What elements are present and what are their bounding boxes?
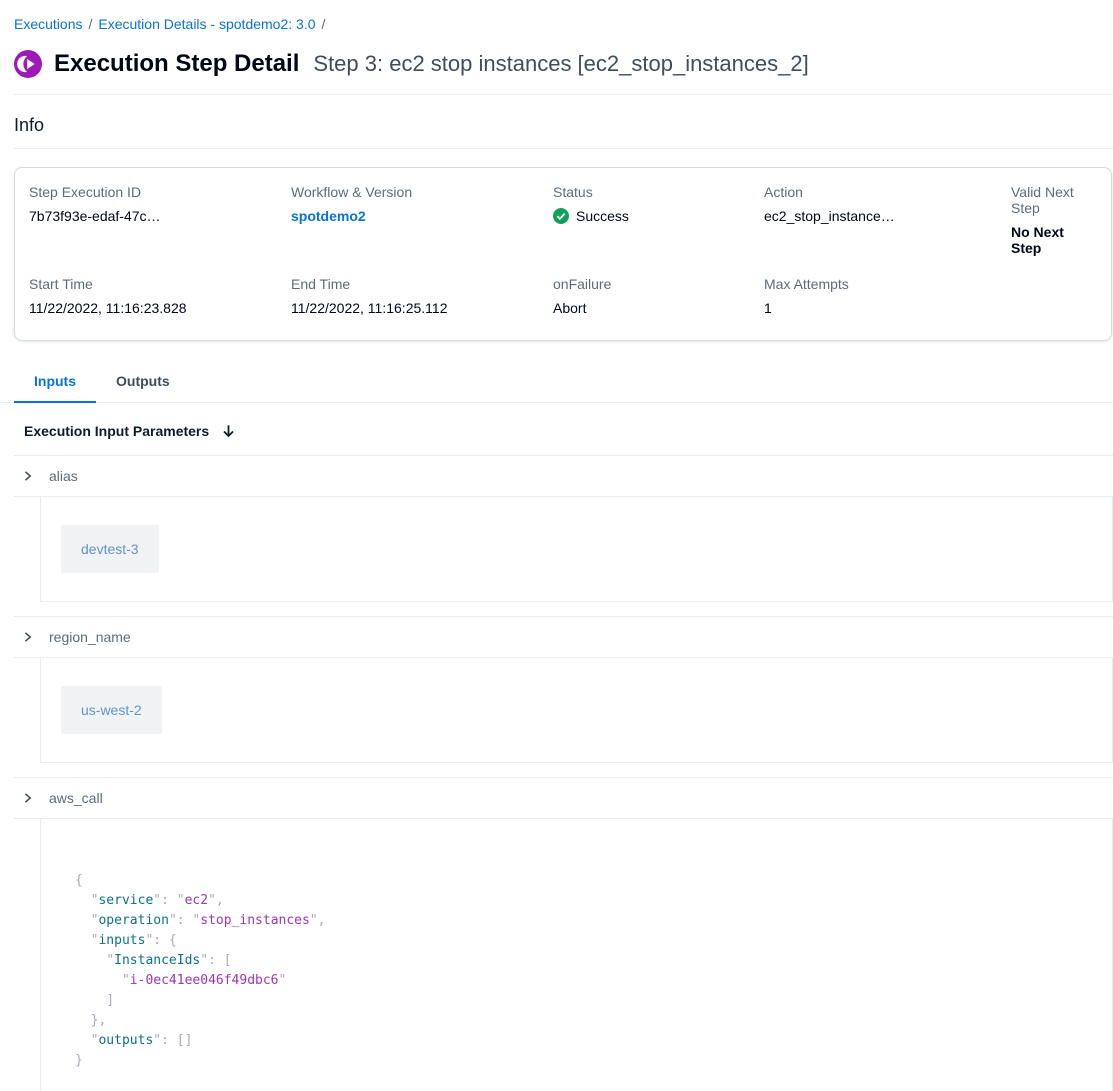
field-value: 11/22/2022, 11:16:25.112 [291,300,553,316]
breadcrumb-separator: / [322,16,326,32]
section-row-alias[interactable]: alias [0,456,1113,496]
info-section-title: Info [0,95,1113,148]
divider [14,148,1113,149]
field-label: Status [553,184,764,200]
field-label: Max Attempts [764,276,1011,292]
breadcrumb: Executions / Execution Details - spotdemo2… [0,0,1113,36]
field-value: Abort [553,300,764,316]
field-valid-next-step: Valid Next Step No Next Step [1011,184,1097,256]
field-end-time: End Time 11/22/2022, 11:16:25.112 [291,276,553,316]
tab-inputs[interactable]: Inputs [14,367,96,403]
section-row-aws-call[interactable]: aws_call [0,778,1113,818]
chevron-right-icon [22,469,33,483]
workflow-link[interactable]: spotdemo2 [291,208,366,224]
region-name-value-chip: us-west-2 [61,686,162,734]
aws-call-panel: { "service": "ec2", "operation": "stop_i… [40,819,1113,1091]
field-action: Action ec2_stop_instance… [764,184,1011,256]
success-check-icon [553,208,569,224]
field-value: 7b73f93e-edaf-47c… [29,208,291,224]
info-card: Step Execution ID 7b73f93e-edaf-47c… Wor… [14,167,1112,341]
alias-panel: devtest-3 [40,497,1113,602]
field-onfailure: onFailure Abort [553,276,764,316]
tab-bar: Inputs Outputs [0,367,1113,403]
field-label: Valid Next Step [1011,184,1097,216]
field-start-time: Start Time 11/22/2022, 11:16:23.828 [29,276,291,316]
status-text: Success [576,208,629,224]
field-label: Start Time [29,276,291,292]
logo-icon [14,50,42,78]
region-name-panel: us-west-2 [40,658,1113,763]
breadcrumb-separator: / [88,16,92,32]
breadcrumb-link-execution-details[interactable]: Execution Details - spotdemo2: 3.0 [98,16,315,32]
page-header: Execution Step Detail Step 3: ec2 stop i… [0,36,1113,94]
chevron-right-icon [22,791,33,805]
field-label: onFailure [553,276,764,292]
section-label-alias: alias [49,468,78,484]
field-max-attempts: Max Attempts 1 [764,276,1011,316]
field-label: End Time [291,276,553,292]
field-status: Status Success [553,184,764,256]
section-label-region-name: region_name [49,629,131,645]
field-label: Workflow & Version [291,184,553,200]
alias-value-chip: devtest-3 [61,525,159,573]
field-value: No Next Step [1011,224,1097,256]
section-label-aws-call: aws_call [49,790,103,806]
status-badge: Success [553,208,764,224]
page-subtitle: Step 3: ec2 stop instances [ec2_stop_ins… [313,51,808,77]
page-title: Execution Step Detail [54,50,299,78]
tab-outputs[interactable]: Outputs [96,367,190,402]
field-label: Step Execution ID [29,184,291,200]
field-workflow-version: Workflow & Version spotdemo2 [291,184,553,256]
execution-input-parameters-heading: Execution Input Parameters [0,403,1113,455]
chevron-right-icon [22,630,33,644]
field-value: ec2_stop_instance… [764,208,1011,224]
code-block: { "service": "ec2", "operation": "stop_i… [75,871,1092,1071]
breadcrumb-link-executions[interactable]: Executions [14,16,82,32]
field-value: 1 [764,300,1011,316]
field-step-execution-id: Step Execution ID 7b73f93e-edaf-47c… [29,184,291,256]
field-value: 11/22/2022, 11:16:23.828 [29,300,291,316]
arrow-down-icon[interactable] [221,423,236,439]
field-label: Action [764,184,1011,200]
params-heading-label: Execution Input Parameters [24,423,209,439]
section-row-region-name[interactable]: region_name [0,617,1113,657]
